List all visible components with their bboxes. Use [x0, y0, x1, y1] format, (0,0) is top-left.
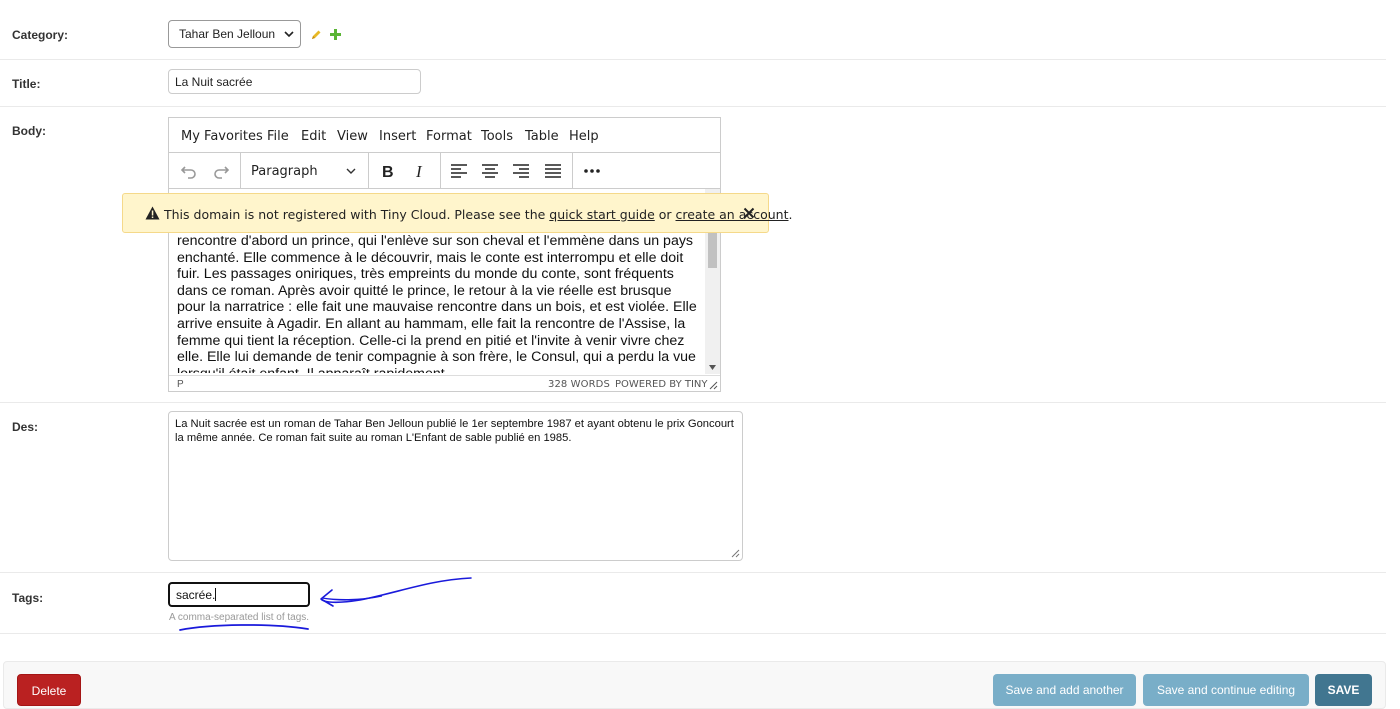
menu-tools[interactable]: Tools	[481, 129, 513, 144]
add-plus-icon[interactable]	[330, 29, 341, 40]
des-textarea[interactable]: La Nuit sacrée est un roman de Tahar Ben…	[168, 411, 743, 561]
more-options-icon[interactable]	[582, 161, 602, 181]
chevron-down-icon	[284, 31, 294, 38]
delete-button[interactable]: Delete	[17, 674, 81, 706]
italic-icon[interactable]: I	[410, 161, 430, 181]
submit-row: Delete Save and add another Save and con…	[3, 661, 1386, 709]
align-right-icon[interactable]	[511, 161, 531, 181]
menu-help[interactable]: Help	[569, 129, 599, 144]
save-button[interactable]: SAVE	[1315, 674, 1372, 706]
edit-pencil-icon[interactable]	[310, 29, 322, 41]
menu-edit[interactable]: Edit	[301, 129, 326, 144]
menu-view[interactable]: View	[337, 129, 368, 144]
quick-start-guide-link[interactable]: quick start guide	[549, 207, 654, 222]
des-text: La Nuit sacrée est un roman de Tahar Ben…	[175, 418, 734, 445]
menu-insert[interactable]: Insert	[379, 129, 416, 144]
category-row: Category: Tahar Ben Jelloun	[0, 0, 1386, 60]
save-and-continue-button[interactable]: Save and continue editing	[1143, 674, 1309, 706]
category-label: Category:	[12, 28, 69, 42]
scroll-down-arrow-icon[interactable]	[708, 364, 717, 371]
chevron-down-icon	[346, 168, 356, 174]
editor-content[interactable]: rencontre d'abord un prince, qui l'enlèv…	[177, 233, 699, 373]
tags-label: Tags:	[12, 591, 44, 605]
title-row: Title: La Nuit sacrée	[0, 60, 1386, 107]
close-icon[interactable]	[743, 207, 755, 219]
rich-text-editor: My Favorites File Edit View Insert Forma…	[168, 117, 721, 392]
save-and-add-another-button[interactable]: Save and add another	[993, 674, 1136, 706]
menu-table[interactable]: Table	[525, 129, 559, 144]
notification-text: This domain is not registered with Tiny …	[164, 207, 793, 222]
hand-drawn-annotation	[179, 577, 472, 631]
tiny-cloud-notification: This domain is not registered with Tiny …	[122, 193, 793, 233]
element-path[interactable]: P	[177, 379, 184, 390]
align-justify-icon[interactable]	[543, 161, 563, 181]
redo-icon[interactable]	[211, 161, 231, 181]
bold-icon[interactable]: B	[378, 161, 398, 181]
menu-my-favorites[interactable]: My Favorites	[181, 129, 263, 144]
scrollbar-thumb[interactable]	[708, 229, 717, 268]
align-center-icon[interactable]	[480, 161, 500, 181]
warning-icon	[145, 206, 160, 220]
category-selected-value: Tahar Ben Jelloun	[179, 27, 276, 41]
create-account-link[interactable]: create an account	[676, 207, 789, 222]
svg-text:B: B	[382, 164, 394, 181]
block-format-select[interactable]: Paragraph	[251, 164, 318, 179]
des-label: Des:	[12, 420, 39, 434]
title-label: Title:	[12, 77, 41, 91]
title-input[interactable]: La Nuit sacrée	[168, 69, 421, 94]
editor-menubar: My Favorites File Edit View Insert Forma…	[169, 118, 720, 153]
align-left-icon[interactable]	[449, 161, 469, 181]
body-label: Body:	[12, 124, 46, 138]
resize-handle-icon[interactable]	[731, 549, 740, 558]
powered-by-tiny[interactable]: POWERED BY TINY	[615, 379, 708, 390]
undo-icon[interactable]	[179, 161, 199, 181]
resize-handle-icon[interactable]	[708, 380, 718, 390]
svg-text:I: I	[415, 162, 423, 181]
word-count[interactable]: 328 WORDS	[548, 379, 610, 390]
category-select[interactable]: Tahar Ben Jelloun	[168, 20, 301, 48]
editor-toolbar: Paragraph B I	[169, 153, 720, 189]
menu-format[interactable]: Format	[426, 129, 472, 144]
editor-statusbar: P 328 WORDS POWERED BY TINY	[169, 375, 720, 391]
menu-file[interactable]: File	[267, 129, 289, 144]
